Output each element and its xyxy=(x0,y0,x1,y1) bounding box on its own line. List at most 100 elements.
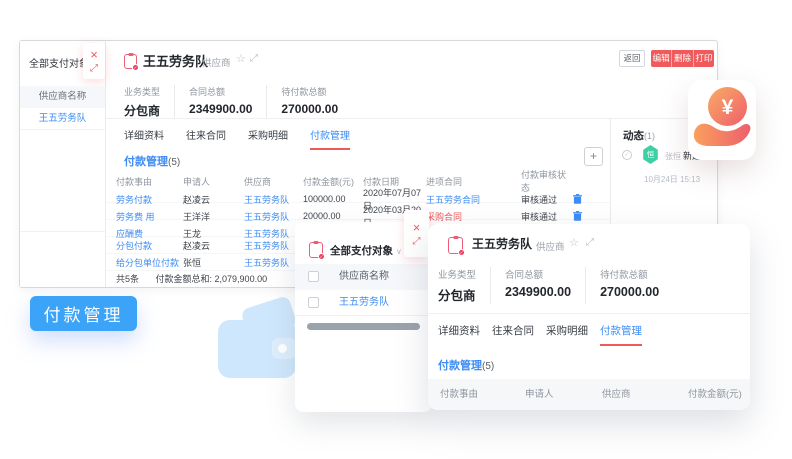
supplier-detail-popup: ✓ 王五劳务队 供应商 ☆ ⤢ 业务类型 分包商 合同总额 2349900.00… xyxy=(428,224,750,410)
horizontal-scrollbar[interactable] xyxy=(307,323,420,330)
supplier-link[interactable]: 王五劳务队 xyxy=(20,108,105,130)
star-icon[interactable]: ☆ xyxy=(569,236,579,249)
expand-icon[interactable]: ⤢ xyxy=(90,64,98,74)
reason-link[interactable]: 分包付款 xyxy=(116,239,183,252)
activity-title-text: 动态 xyxy=(623,130,644,142)
list-header-row: 供应商名称 xyxy=(295,264,432,290)
pay-target-side-panel: 全部支付对象∨ × ⤢ 供应商名称 王五劳务队 xyxy=(20,41,106,287)
doc-badge-icon: ✓ xyxy=(318,253,325,260)
tab-payment-management[interactable]: 付款管理 xyxy=(600,323,642,346)
avatar: 恒 xyxy=(642,145,659,164)
section-title: 付款管理(5) xyxy=(124,153,180,169)
table-header-row: 付款事由 申请人 供应商 付款金额(元) 付款日期 进项合同 付款审核状态 xyxy=(106,168,610,186)
select-all-checkbox[interactable] xyxy=(308,271,319,282)
amount: 100000.00 xyxy=(303,194,363,204)
list-doc-icon: ✓ xyxy=(309,242,323,258)
activity-title: 动态(1) xyxy=(623,128,655,143)
supplier-link[interactable]: 王五劳务队 xyxy=(244,193,303,206)
supplier-tag: 供应商 xyxy=(536,239,565,253)
expand-icon[interactable]: ⤢ xyxy=(586,237,594,248)
row-count: 共5条 xyxy=(116,274,139,284)
section-title-text: 付款管理 xyxy=(438,360,482,372)
wallet-clasp-dot xyxy=(278,344,287,353)
popup-window-controls: × ⤢ xyxy=(404,210,429,257)
reason-link[interactable]: 劳务付款 xyxy=(116,193,183,206)
tab-purchase-detail[interactable]: 采购明细 xyxy=(546,323,588,346)
divider xyxy=(20,231,105,232)
delete-button[interactable]: 删除 xyxy=(671,50,692,67)
supplier-link[interactable]: 王五劳务队 xyxy=(339,290,389,316)
tab-detail-info[interactable]: 详细资料 xyxy=(124,127,164,150)
section-title: 付款管理(5) xyxy=(438,357,494,373)
amount-total: 付款金额总和: 2,079,900.00 xyxy=(156,274,268,284)
stat-label: 业务类型 xyxy=(438,267,476,281)
stat-business-type: 业务类型 分包商 xyxy=(438,267,491,304)
tab-contracts[interactable]: 往来合同 xyxy=(492,323,534,346)
stat-contract-total: 合同总额 2349900.00 xyxy=(189,85,267,119)
stat-value: 2349900.00 xyxy=(505,285,571,299)
star-icon[interactable]: ☆ xyxy=(236,52,246,65)
expand-icon[interactable]: ⤢ xyxy=(250,53,258,64)
doc-badge-icon: ✓ xyxy=(458,249,465,256)
pay-target-popup: ✓ 全部支付对象∨ × ⤢ 供应商名称 王五劳务队 xyxy=(295,222,432,412)
reason-link[interactable]: 给分包单位付款 xyxy=(116,256,183,269)
row-checkbox[interactable] xyxy=(308,297,319,308)
stats-row: 业务类型 分包商 合同总额 2349900.00 待付款总额 270000.00 xyxy=(438,267,687,304)
chevron-down-icon: ∨ xyxy=(396,247,402,256)
stat-label: 待付款总额 xyxy=(600,267,659,281)
trash-icon[interactable] xyxy=(573,211,582,221)
popup-title[interactable]: 全部支付对象∨ xyxy=(330,243,402,258)
print-button[interactable]: 打印 xyxy=(693,50,714,67)
supplier-link[interactable]: 王五劳务队 xyxy=(244,210,303,223)
col-applicant: 申请人 xyxy=(525,379,554,410)
detail-tabs: 详细资料 往来合同 采购明细 付款管理 xyxy=(438,323,642,346)
amount: 20000.00 xyxy=(303,211,363,221)
supplier-doc-icon: ✓ xyxy=(124,54,137,69)
trash-icon[interactable] xyxy=(573,194,582,204)
supplier-tag: 供应商 xyxy=(202,55,231,69)
payment-app-icon: ¥ xyxy=(688,80,756,160)
col-supplier: 供应商 xyxy=(244,175,303,188)
stat-pending-total: 待付款总额 270000.00 xyxy=(600,267,673,304)
page-title: 王五劳务队 xyxy=(143,51,208,70)
col-status: 付款审核状态 xyxy=(521,168,573,194)
supplier-name-column-header: 供应商名称 xyxy=(20,86,105,108)
stat-value: 分包商 xyxy=(438,285,476,304)
col-contract: 进项合同 xyxy=(426,175,521,188)
stat-label: 业务类型 xyxy=(124,85,160,98)
popup-detail-title: 王五劳务队 xyxy=(472,235,532,252)
contract-link[interactable]: 王五劳务合同 xyxy=(426,193,521,206)
status: 审核通过 xyxy=(521,210,573,223)
reason-link[interactable]: 劳务费 用 xyxy=(116,210,183,223)
panel-window-controls: × ⤢ xyxy=(83,43,105,79)
detail-tabs: 详细资料 往来合同 采购明细 付款管理 xyxy=(124,127,350,150)
expand-icon[interactable]: ⤢ xyxy=(413,237,421,247)
back-button[interactable]: 返回 xyxy=(619,50,645,67)
activity-time: 10月24日 15:13 xyxy=(644,174,700,185)
table-row: 劳务费 用 王洋洋 王五劳务队 20000.00 2020年03月20日 采购合… xyxy=(106,203,610,220)
table-header-row: 付款事由 申请人 供应商 付款金额(元) xyxy=(428,379,750,410)
activity-count: (1) xyxy=(644,131,655,141)
pay-target-title-text: 全部支付对象 xyxy=(29,59,89,70)
add-payment-button[interactable]: + xyxy=(584,147,603,166)
close-icon[interactable]: × xyxy=(413,221,421,234)
tab-detail-info[interactable]: 详细资料 xyxy=(438,323,480,346)
edit-button[interactable]: 编辑 xyxy=(651,50,671,67)
col-reason: 付款事由 xyxy=(116,175,183,188)
tab-payment-management[interactable]: 付款管理 xyxy=(310,127,350,150)
tab-purchase-detail[interactable]: 采购明细 xyxy=(248,127,288,150)
stat-pending-total: 待付款总额 270000.00 xyxy=(281,85,352,119)
col-amount: 付款金额(元) xyxy=(688,379,742,410)
close-icon[interactable]: × xyxy=(90,48,98,61)
stat-value: 270000.00 xyxy=(600,285,659,299)
tab-contracts[interactable]: 往来合同 xyxy=(186,127,226,150)
payment-management-badge: 付款管理 xyxy=(30,296,137,331)
applicant: 王洋洋 xyxy=(183,210,244,223)
stat-value: 分包商 xyxy=(124,102,160,119)
section-count: (5) xyxy=(168,157,180,168)
col-reason: 付款事由 xyxy=(440,379,478,410)
read-check-icon: ✓ xyxy=(622,150,632,160)
yuan-symbol: ¥ xyxy=(722,96,734,119)
contract-link[interactable]: 采购合同 xyxy=(426,210,521,223)
popup-title-text: 全部支付对象 xyxy=(330,245,393,257)
